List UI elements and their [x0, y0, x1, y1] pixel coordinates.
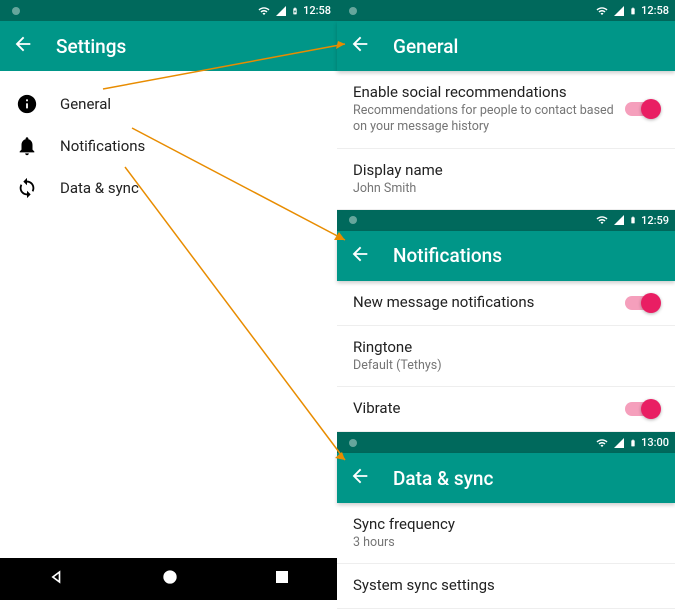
- status-time: 12:58: [641, 4, 669, 17]
- pref-enable-social[interactable]: Enable social recommendations Recommenda…: [337, 71, 675, 149]
- home-indicator-icon: [12, 7, 20, 15]
- settings-item-datasync[interactable]: Data & sync: [0, 167, 337, 209]
- signal-icon: [275, 5, 287, 17]
- status-bar: 13:00: [337, 432, 675, 453]
- pref-display-name[interactable]: Display name John Smith: [337, 149, 675, 210]
- pref-system-sync[interactable]: System sync settings: [337, 564, 675, 609]
- status-time: 12:59: [641, 214, 669, 227]
- status-bar: 12:58: [0, 0, 337, 21]
- signal-icon: [613, 214, 625, 226]
- pref-title: New message notifications: [353, 293, 615, 311]
- wifi-icon: [595, 214, 609, 226]
- home-indicator-icon: [349, 439, 357, 447]
- nav-recent-icon[interactable]: [273, 568, 291, 590]
- back-icon[interactable]: [349, 33, 371, 59]
- status-time: 12:58: [303, 4, 331, 17]
- toolbar-title: Notifications: [393, 244, 502, 267]
- status-time: 13:00: [641, 436, 669, 449]
- pref-vibrate[interactable]: Vibrate: [337, 387, 675, 432]
- signal-icon: [613, 437, 625, 449]
- right-stack: 12:58 General Enable social recommendati…: [337, 0, 675, 600]
- notifications-screen: 12:59 Notifications New message notifica…: [337, 210, 675, 432]
- settings-item-general[interactable]: General: [0, 83, 337, 125]
- toolbar-title: Data & sync: [393, 467, 493, 490]
- android-navbar: [0, 558, 337, 600]
- sync-icon: [16, 177, 38, 199]
- battery-icon: [629, 437, 637, 449]
- settings-screen: 12:58 Settings General Notifications Dat…: [0, 0, 337, 600]
- general-screen: 12:58 General Enable social recommendati…: [337, 0, 675, 210]
- pref-title: Enable social recommendations: [353, 83, 615, 101]
- settings-item-label: Notifications: [60, 137, 145, 155]
- toggle-switch[interactable]: [625, 296, 659, 310]
- settings-item-label: General: [60, 95, 111, 113]
- status-bar: 12:59: [337, 210, 675, 231]
- status-bar: 12:58: [337, 0, 675, 21]
- toolbar: General: [337, 21, 675, 71]
- nav-home-icon[interactable]: [160, 567, 180, 591]
- wifi-icon: [257, 5, 271, 17]
- settings-list: General Notifications Data & sync: [0, 71, 337, 221]
- toolbar: Data & sync: [337, 453, 675, 503]
- back-icon[interactable]: [12, 33, 34, 59]
- pref-ringtone[interactable]: Ringtone Default (Tethys): [337, 326, 675, 387]
- pref-subtitle: Default (Tethys): [353, 358, 659, 374]
- battery-icon: [629, 5, 637, 17]
- home-indicator-icon: [349, 7, 357, 15]
- pref-subtitle: 3 hours: [353, 535, 659, 551]
- home-indicator-icon: [349, 216, 357, 224]
- signal-icon: [613, 5, 625, 17]
- pref-title: Ringtone: [353, 338, 659, 356]
- bell-icon: [16, 135, 38, 157]
- toolbar: Settings: [0, 21, 337, 71]
- info-icon: [16, 93, 38, 115]
- settings-item-label: Data & sync: [60, 179, 139, 197]
- pref-sync-frequency[interactable]: Sync frequency 3 hours: [337, 503, 675, 564]
- toolbar: Notifications: [337, 231, 675, 281]
- pref-title: Display name: [353, 161, 659, 179]
- wifi-icon: [595, 5, 609, 17]
- pref-subtitle: Recommendations for people to contact ba…: [353, 103, 615, 136]
- battery-icon: [629, 214, 637, 226]
- toggle-switch[interactable]: [625, 102, 659, 116]
- pref-new-message[interactable]: New message notifications: [337, 281, 675, 326]
- battery-icon: [291, 5, 299, 17]
- back-icon[interactable]: [349, 243, 371, 269]
- toggle-switch[interactable]: [625, 402, 659, 416]
- pref-title: Vibrate: [353, 399, 615, 417]
- pref-title: Sync frequency: [353, 515, 659, 533]
- nav-back-icon[interactable]: [47, 567, 67, 591]
- pref-subtitle: John Smith: [353, 181, 659, 197]
- back-icon[interactable]: [349, 465, 371, 491]
- pref-title: System sync settings: [353, 576, 659, 594]
- toolbar-title: Settings: [56, 35, 126, 58]
- toolbar-title: General: [393, 35, 458, 58]
- wifi-icon: [595, 437, 609, 449]
- datasync-screen: 13:00 Data & sync Sync frequency 3 hours…: [337, 432, 675, 609]
- settings-item-notifications[interactable]: Notifications: [0, 125, 337, 167]
